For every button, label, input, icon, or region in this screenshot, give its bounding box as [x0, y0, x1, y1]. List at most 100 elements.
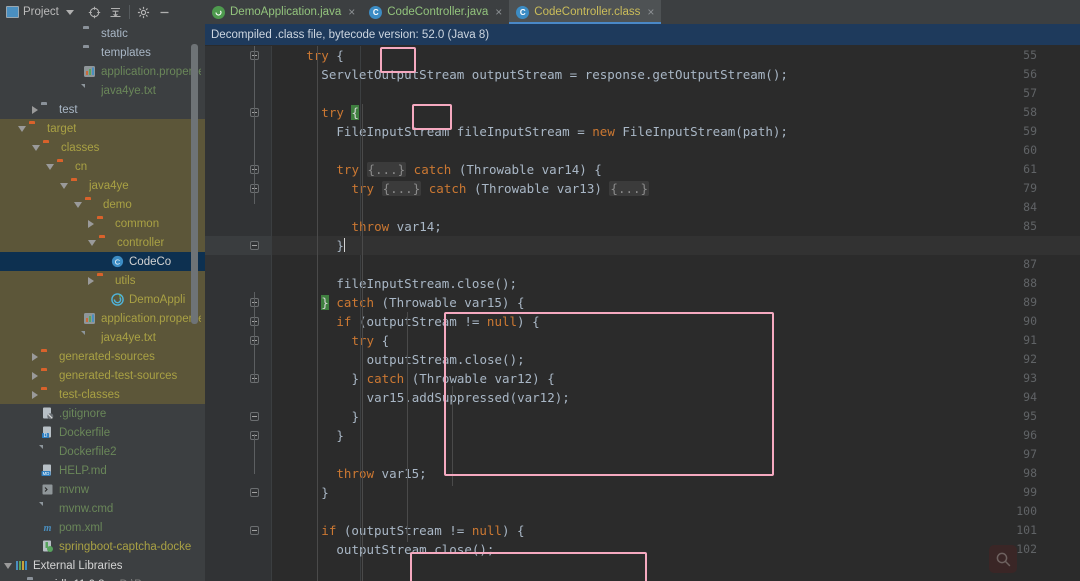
code-line[interactable]: try { — [321, 103, 359, 122]
code-line[interactable]: ServletOutputStream outputStream = respo… — [321, 65, 788, 84]
settings-gear-icon[interactable] — [133, 1, 154, 23]
java-class-icon: C — [516, 5, 530, 19]
tree-node--gitignore[interactable]: .gitignore — [0, 404, 205, 423]
close-icon[interactable]: × — [348, 6, 355, 18]
close-icon[interactable]: × — [647, 6, 654, 18]
tree-node-controller[interactable]: controller — [0, 233, 205, 252]
fold-collapse-icon[interactable] — [248, 239, 261, 252]
tree-node-mvnw[interactable]: mvnw — [0, 480, 205, 499]
tree-node-java4ye-txt[interactable]: java4ye.txt — [0, 328, 205, 347]
tree-node-test[interactable]: test — [0, 100, 205, 119]
tree-node-dockerfile[interactable]: D Dockerfile — [0, 423, 205, 442]
code-line[interactable]: try { — [306, 46, 344, 65]
tree-node-generated-sources[interactable]: generated-sources — [0, 347, 205, 366]
code-line[interactable]: try {...} catch (Throwable var13) {...} — [352, 179, 650, 198]
code-line[interactable]: try { — [352, 331, 390, 350]
code-token: null — [486, 314, 518, 329]
chevron-closed-icon[interactable] — [88, 276, 94, 285]
chevron-open-icon[interactable] — [88, 239, 96, 246]
folder-orange — [29, 122, 43, 135]
search-icon[interactable] — [989, 545, 1017, 573]
tree-node-test-classes[interactable]: test-classes — [0, 385, 205, 404]
tree-node-dockerfile2[interactable]: Dockerfile2 — [0, 442, 205, 461]
tree-node-label: java4ye.txt — [101, 331, 156, 344]
code-line[interactable]: } — [321, 483, 329, 502]
chevron-open-icon[interactable] — [74, 201, 82, 208]
tree-node-application-propertie[interactable]: application.propertie — [0, 309, 205, 328]
tree-node-help-md[interactable]: MD HELP.md — [0, 461, 205, 480]
fold-collapse-icon[interactable] — [248, 486, 261, 499]
code-line[interactable]: outputStream.close(); — [336, 540, 494, 559]
tree-node-static[interactable]: static — [0, 24, 205, 43]
chevron-open-icon[interactable] — [46, 163, 54, 170]
tree-node-classes[interactable]: classes — [0, 138, 205, 157]
code-line[interactable]: } — [336, 426, 344, 445]
code-line[interactable]: throw var14; — [352, 217, 442, 236]
project-tree-panel[interactable]: static templates application.properties jav… — [0, 24, 205, 581]
editor-tab-1[interactable]: C CodeController.java × — [362, 0, 509, 24]
code-lines[interactable]: try {ServletOutputStream outputStream = … — [272, 46, 1080, 581]
sidebar-scrollbar-thumb[interactable] — [191, 44, 198, 324]
locate-icon[interactable] — [84, 1, 105, 23]
chevron-closed-icon[interactable] — [88, 219, 94, 228]
tree-node-codeco[interactable]: C CodeCo — [0, 252, 205, 271]
chevron-open-icon[interactable] — [32, 144, 40, 151]
tree-node-target[interactable]: target — [0, 119, 205, 138]
editor-tab-0[interactable]: DemoApplication.java × — [205, 0, 362, 24]
svg-text:C: C — [115, 257, 121, 266]
close-icon[interactable]: × — [495, 6, 502, 18]
code-token: var15; — [374, 466, 427, 481]
tree-node-java4ye[interactable]: java4ye — [0, 176, 205, 195]
code-line[interactable]: } catch (Throwable var15) { — [321, 293, 525, 312]
tree-node-pom-xml[interactable]: m pom.xml — [0, 518, 205, 537]
tree-node-demo[interactable]: demo — [0, 195, 205, 214]
chevron-closed-icon[interactable] — [32, 105, 38, 114]
code-line[interactable]: throw var15; — [336, 464, 426, 483]
indent-guide — [407, 312, 408, 542]
code-line[interactable]: } — [352, 407, 360, 426]
tree-node-label: .gitignore — [59, 407, 107, 420]
chevron-closed-icon[interactable] — [32, 371, 38, 380]
code-token: ) { — [501, 523, 525, 538]
code-line[interactable]: if (outputStream != null) { — [321, 521, 524, 540]
tree-node-java4ye-txt[interactable]: java4ye.txt — [0, 81, 205, 100]
hide-panel-icon[interactable] — [154, 1, 175, 23]
chevron-down-icon[interactable] — [65, 9, 74, 15]
code-line[interactable]: if (outputStream != null) { — [336, 312, 539, 331]
tree-node-demoappli[interactable]: DemoAppli — [0, 290, 205, 309]
tree-node-utils[interactable]: utils — [0, 271, 205, 290]
fold-collapse-icon[interactable] — [248, 524, 261, 537]
tree-node-common[interactable]: common — [0, 214, 205, 233]
chevron-open-icon[interactable] — [4, 562, 12, 569]
chevron-open-icon[interactable] — [60, 182, 68, 189]
editor-tab-2[interactable]: C CodeController.class × — [509, 0, 662, 24]
fold-rail — [254, 292, 255, 382]
libraries-icon — [15, 559, 29, 572]
folder-orange — [99, 236, 113, 249]
chevron-closed-icon[interactable] — [32, 352, 38, 361]
tree-node-springboot-captcha-docke[interactable]: springboot-captcha-docke — [0, 537, 205, 556]
tree-node-cn[interactable]: cn — [0, 157, 205, 176]
chevron-closed-icon[interactable] — [32, 390, 38, 399]
collapse-all-icon[interactable] — [105, 1, 126, 23]
code-line[interactable]: } — [336, 236, 345, 255]
code-line[interactable]: try {...} catch (Throwable var14) { — [336, 160, 602, 179]
tree-node--jdk-11-0-8-[interactable]: < jdk-11.0.8 >D:\Program — [0, 575, 205, 581]
tree-node-templates[interactable]: templates — [0, 43, 205, 62]
project-panel-button[interactable]: Project — [0, 1, 78, 23]
code-view[interactable]: 5556575859606179848586878889909192939495… — [205, 46, 1080, 581]
fold-rail — [254, 104, 255, 204]
tree-node-label: java4ye.txt — [101, 84, 156, 97]
tree-node-mvnw-cmd[interactable]: mvnw.cmd — [0, 499, 205, 518]
code-line[interactable]: fileInputStream.close(); — [336, 274, 517, 293]
tree-node-external-libraries[interactable]: External Libraries — [0, 556, 205, 575]
tree-node-generated-test-sources[interactable]: generated-test-sources — [0, 366, 205, 385]
code-line[interactable]: outputStream.close(); — [367, 350, 525, 369]
code-line[interactable]: } catch (Throwable var12) { — [352, 369, 555, 388]
chevron-open-icon[interactable] — [18, 125, 26, 132]
editor-gutter[interactable] — [205, 46, 272, 581]
tree-node-application-properties[interactable]: application.properties — [0, 62, 205, 81]
code-line[interactable]: FileInputStream fileInputStream = new Fi… — [336, 122, 788, 141]
code-line[interactable]: var15.addSuppressed(var12); — [367, 388, 570, 407]
fold-collapse-icon[interactable] — [248, 410, 261, 423]
